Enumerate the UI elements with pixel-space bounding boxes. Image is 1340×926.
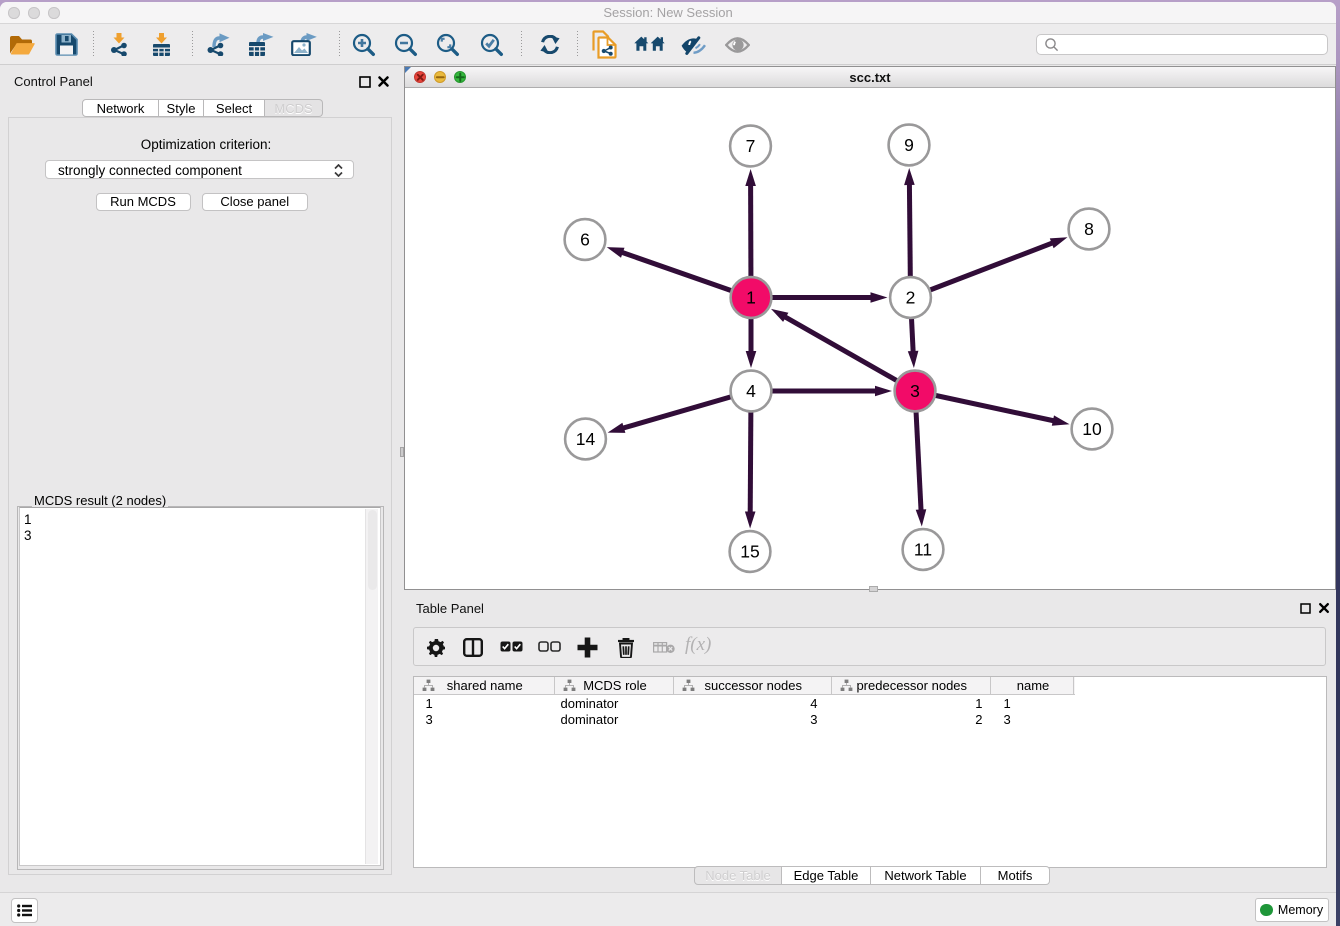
svg-text:6: 6 bbox=[580, 229, 590, 249]
svg-text:15: 15 bbox=[740, 541, 759, 561]
svg-text:14: 14 bbox=[576, 429, 596, 449]
svg-text:1: 1 bbox=[746, 287, 756, 307]
svg-text:3: 3 bbox=[910, 381, 920, 401]
svg-text:2: 2 bbox=[906, 287, 916, 307]
svg-text:8: 8 bbox=[1084, 219, 1094, 239]
svg-text:9: 9 bbox=[904, 135, 914, 155]
svg-text:10: 10 bbox=[1082, 419, 1102, 439]
svg-text:11: 11 bbox=[914, 539, 932, 559]
svg-text:4: 4 bbox=[746, 381, 756, 401]
svg-text:7: 7 bbox=[746, 136, 756, 156]
